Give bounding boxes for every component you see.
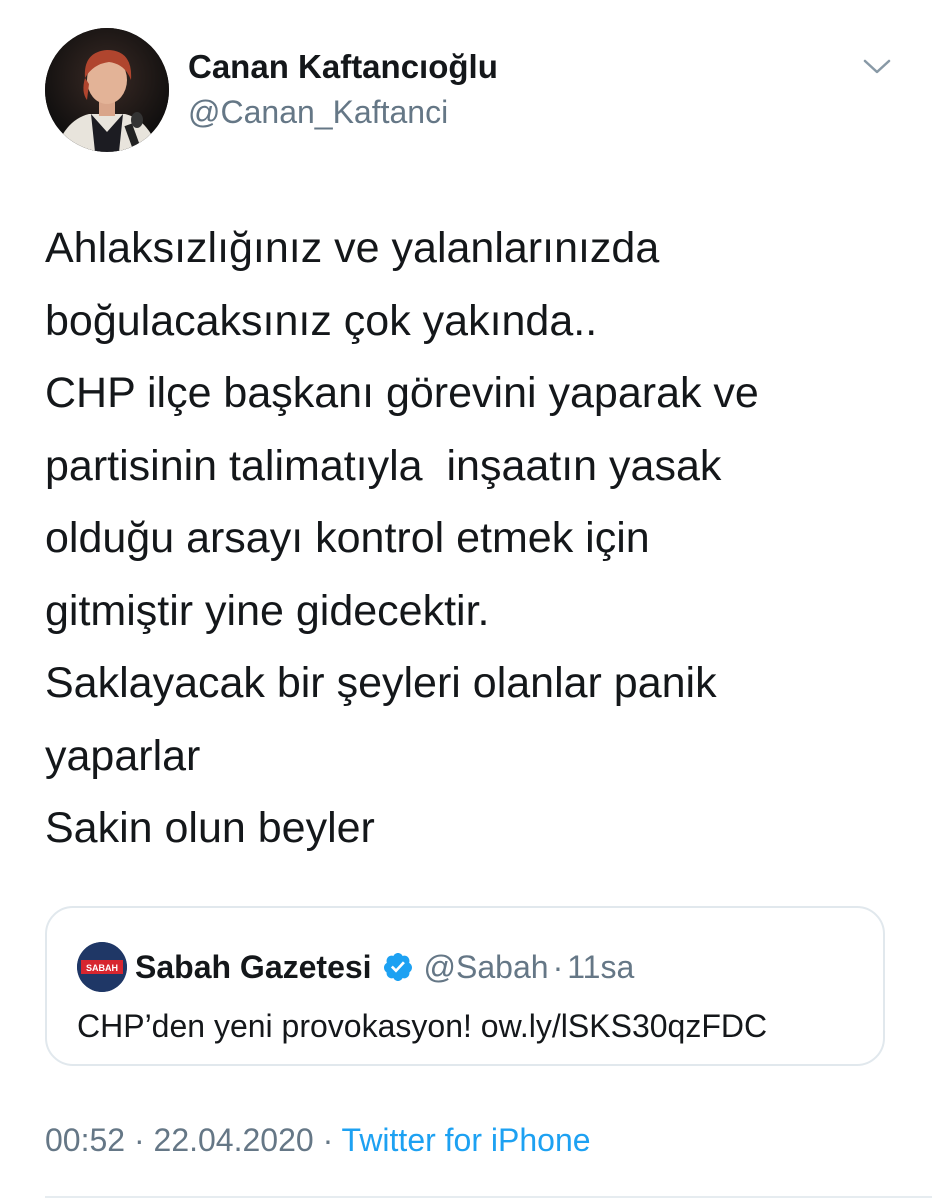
tweet-detail: Canan Kaftancıoğlu @Canan_Kaftanci Ahlak… xyxy=(0,0,932,1200)
tweet-metadata: 00:52 · 22.04.2020 · Twitter for iPhone xyxy=(45,1122,591,1159)
tweet-source-link[interactable]: Twitter for iPhone xyxy=(342,1122,591,1158)
author-avatar[interactable] xyxy=(45,28,169,152)
tweet-text-line: Saklayacak bir şeyleri olanlar panik xyxy=(45,659,717,707)
tweet-date[interactable]: 22.04.2020 xyxy=(154,1122,314,1158)
tweet-text-line: Sakin olun beyler xyxy=(45,804,375,852)
verified-badge-icon xyxy=(382,951,414,983)
meta-separator: · xyxy=(313,1122,342,1158)
quoted-author-name[interactable]: Sabah Gazetesi xyxy=(135,949,372,986)
quoted-tweet-card[interactable]: SABAH Sabah Gazetesi @Sabah · 11sa CHP’d… xyxy=(45,906,885,1066)
chevron-down-icon[interactable] xyxy=(860,56,894,78)
tweet-text-line: yaparlar xyxy=(45,731,201,780)
tweet-text-line: gitmiştir yine gidecektir. xyxy=(45,586,490,635)
quoted-separator: · xyxy=(552,948,564,985)
meta-separator: · xyxy=(125,1122,154,1158)
tweet-text-line: CHP ilçe başkanı görevini yaparak ve xyxy=(45,369,759,417)
tweet-text-line: olduğu arsayı kontrol etmek için xyxy=(45,514,650,562)
quoted-tweet-text: CHP’den yeni provokasyon! ow.ly/lSKS30qz… xyxy=(77,1008,768,1044)
tweet-text: Ahlaksızlığınız ve yalanlarınızda boğula… xyxy=(45,212,905,865)
quoted-timestamp[interactable]: 11sa xyxy=(567,949,634,986)
quoted-avatar-logo-text: SABAH xyxy=(86,963,118,973)
author-name[interactable]: Canan Kaftancıoğlu xyxy=(188,48,498,86)
tweet-text-line: boğulacaksınız çok yakında.. xyxy=(45,296,598,345)
quoted-tweet-header: Sabah Gazetesi @Sabah · 11sa xyxy=(135,942,634,992)
quoted-author-avatar[interactable]: SABAH xyxy=(77,942,127,992)
tweet-time[interactable]: 00:52 xyxy=(45,1122,125,1158)
tweet-text-line: Ahlaksızlığınız ve yalanlarınızda xyxy=(45,224,660,272)
divider xyxy=(45,1196,932,1198)
author-handle[interactable]: @Canan_Kaftanci xyxy=(188,94,448,131)
tweet-text-line: partisinin talimatıyla inşaatın yasak xyxy=(45,441,722,490)
quoted-author-handle[interactable]: @Sabah xyxy=(424,949,549,986)
